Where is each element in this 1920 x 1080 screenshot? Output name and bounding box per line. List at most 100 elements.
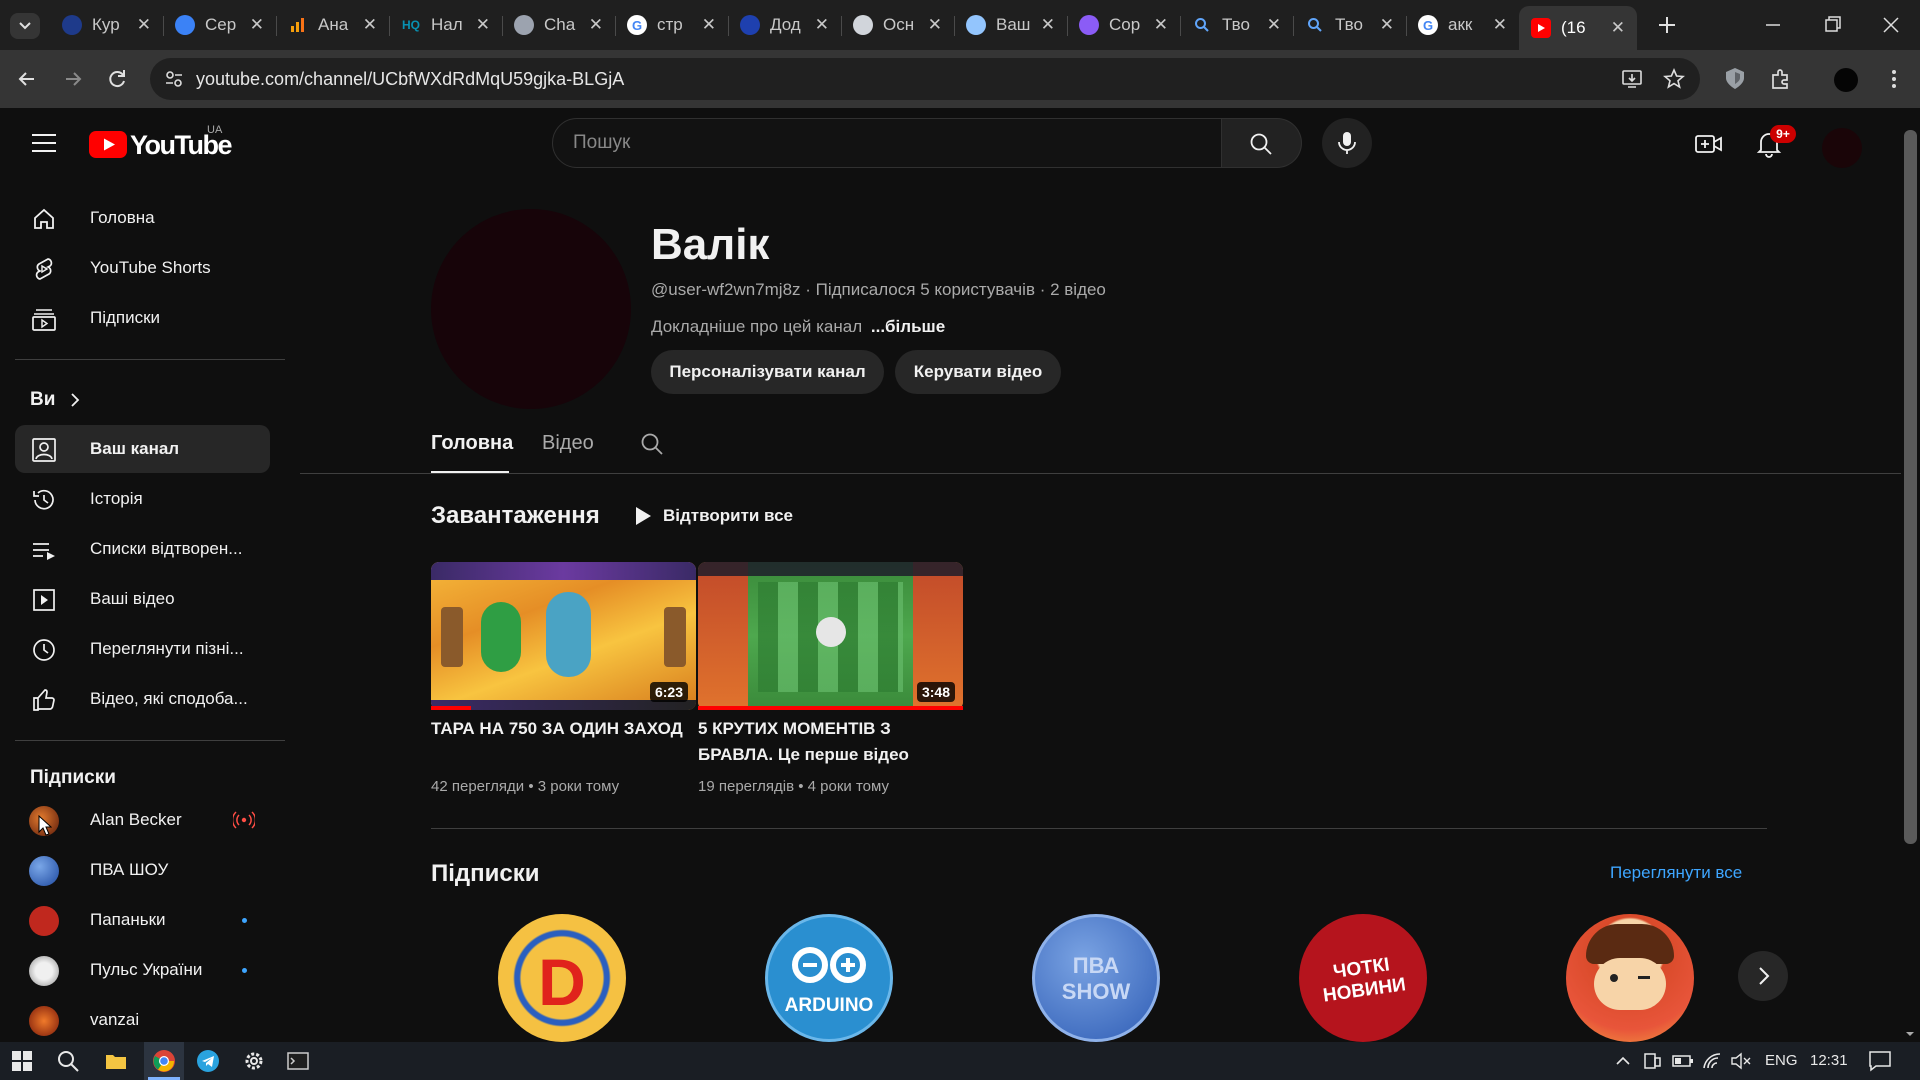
browser-tab[interactable]: Gстр ✕: [615, 8, 728, 42]
minimize-window-button[interactable]: [1760, 12, 1786, 38]
back-arrow-icon[interactable]: [14, 66, 40, 92]
tab-search-button[interactable]: [10, 13, 40, 39]
channel-search-icon[interactable]: [639, 431, 665, 457]
taskbar-chrome-active[interactable]: [144, 1042, 184, 1080]
windows-start-icon[interactable]: [10, 1049, 34, 1073]
you-section-header[interactable]: Ви: [30, 389, 55, 411]
tab-home[interactable]: Головна: [431, 432, 513, 455]
search-input[interactable]: Пошук: [552, 118, 1222, 168]
subscription-channel-avatar[interactable]: [1566, 914, 1694, 1042]
youtube-logo[interactable]: [89, 131, 127, 158]
notification-center-icon[interactable]: [1868, 1050, 1892, 1072]
channel-about-row[interactable]: Докладніше про цей канал ...більше: [651, 317, 945, 337]
guide-item-your-videos[interactable]: Ваші відео: [15, 575, 270, 623]
close-window-button[interactable]: [1878, 12, 1904, 38]
channel-avatar-large[interactable]: [431, 209, 631, 409]
terminal-icon[interactable]: [286, 1049, 310, 1073]
close-tab-icon[interactable]: ✕: [1611, 18, 1625, 38]
battery-icon[interactable]: [1672, 1053, 1694, 1069]
scrollbar-thumb[interactable]: [1904, 130, 1917, 844]
clock-time[interactable]: 12:31: [1810, 1052, 1848, 1069]
video-thumbnail[interactable]: 3:48: [698, 562, 963, 710]
address-bar[interactable]: youtube.com/channel/UCbfWXdRdMqU59gjka-B…: [150, 58, 1700, 100]
channel-about-more-link[interactable]: ...більше: [871, 317, 945, 336]
subscription-channel-avatar[interactable]: ЧОТКІ НОВИНИ: [1299, 914, 1427, 1042]
browser-tab[interactable]: (16 ✕: [1519, 6, 1637, 50]
guide-item-liked-videos[interactable]: Відео, які сподоба...: [15, 675, 270, 723]
forward-arrow-icon[interactable]: [60, 66, 86, 92]
browser-tab[interactable]: Gакк ✕: [1406, 8, 1519, 42]
guide-item-subscriptions[interactable]: Підписки: [15, 294, 270, 342]
close-tab-icon[interactable]: ✕: [1380, 15, 1394, 35]
browser-tab[interactable]: Кур ✕: [50, 8, 163, 42]
account-avatar[interactable]: [1822, 128, 1862, 168]
restore-window-button[interactable]: [1820, 12, 1846, 38]
shield-extension-icon[interactable]: [1723, 66, 1747, 92]
wifi-icon[interactable]: [1702, 1052, 1722, 1070]
browser-tab[interactable]: Ана ✕: [276, 8, 389, 42]
customize-channel-button[interactable]: Персоналізувати канал: [651, 350, 884, 394]
browser-tab[interactable]: Осн ✕: [841, 8, 954, 42]
profile-avatar[interactable]: [1834, 68, 1858, 92]
taskbar-search-icon[interactable]: [56, 1049, 80, 1073]
close-tab-icon[interactable]: ✕: [1267, 15, 1281, 35]
video-thumbnail[interactable]: 6:23: [431, 562, 696, 710]
manage-videos-button[interactable]: Керувати відео: [895, 350, 1061, 394]
browser-tab[interactable]: HQ Нал ✕: [389, 8, 502, 42]
close-tab-icon[interactable]: ✕: [363, 15, 377, 35]
guide-sub-vanzai[interactable]: vanzai: [15, 996, 270, 1042]
close-tab-icon[interactable]: ✕: [476, 15, 490, 35]
scroll-down-arrow-icon[interactable]: [1903, 1030, 1917, 1040]
chevron-right-icon[interactable]: [68, 390, 82, 410]
guide-item-shorts[interactable]: YouTube Shorts: [15, 244, 270, 292]
guide-sub-alan-becker[interactable]: Alan Becker: [15, 796, 270, 844]
hamburger-menu-icon[interactable]: [30, 131, 58, 155]
play-all-button[interactable]: Відтворити все: [633, 505, 793, 527]
new-tab-button[interactable]: [1652, 10, 1682, 40]
telegram-icon[interactable]: [196, 1049, 220, 1073]
view-all-link[interactable]: Переглянути все: [1610, 863, 1742, 883]
search-button[interactable]: [1222, 118, 1302, 168]
guide-item-home[interactable]: Головна: [15, 194, 270, 242]
browser-tab[interactable]: Тво ✕: [1180, 8, 1293, 42]
close-tab-icon[interactable]: ✕: [1493, 15, 1507, 35]
bookmark-star-icon[interactable]: [1662, 67, 1686, 91]
tab-videos[interactable]: Відео: [542, 432, 594, 455]
site-settings-icon[interactable]: [164, 69, 184, 89]
guide-item-playlists[interactable]: Списки відтворен...: [15, 525, 270, 573]
tray-device-icon[interactable]: [1642, 1052, 1662, 1070]
uploads-shelf-title[interactable]: Завантаження: [431, 502, 600, 530]
close-tab-icon[interactable]: ✕: [1041, 15, 1055, 35]
file-explorer-icon[interactable]: [104, 1049, 128, 1073]
subscription-channel-avatar[interactable]: ПВА SHOW: [1032, 914, 1160, 1042]
settings-gear-icon[interactable]: [242, 1049, 266, 1073]
extensions-puzzle-icon[interactable]: [1768, 66, 1794, 92]
close-tab-icon[interactable]: ✕: [1154, 15, 1168, 35]
voice-search-button[interactable]: [1322, 118, 1372, 168]
guide-item-your-channel[interactable]: Ваш канал: [15, 425, 270, 473]
subscription-channel-avatar[interactable]: ARDUINO: [765, 914, 893, 1042]
volume-muted-icon[interactable]: [1730, 1052, 1752, 1070]
browser-tab[interactable]: Тво ✕: [1293, 8, 1406, 42]
install-app-icon[interactable]: [1620, 67, 1644, 91]
browser-tab[interactable]: Cop ✕: [1067, 8, 1180, 42]
close-tab-icon[interactable]: ✕: [137, 15, 151, 35]
guide-sub-pva-show[interactable]: ПВА ШОУ: [15, 846, 270, 894]
browser-tab[interactable]: Сер ✕: [163, 8, 276, 42]
subscription-channel-avatar[interactable]: D: [498, 914, 626, 1042]
close-tab-icon[interactable]: ✕: [250, 15, 264, 35]
page-scrollbar[interactable]: [1901, 108, 1920, 1042]
browser-tab[interactable]: Cha ✕: [502, 8, 615, 42]
guide-item-watch-later[interactable]: Переглянути пізні...: [15, 625, 270, 673]
browser-tab[interactable]: Ваш ✕: [954, 8, 1067, 42]
video-title[interactable]: 5 КРУТИХ МОМЕНТІВ З БРАВЛА. Це перше від…: [698, 716, 963, 768]
guide-sub-puls-ukrainy[interactable]: Пульс України: [15, 946, 270, 994]
tray-expand-chevron-icon[interactable]: [1614, 1053, 1632, 1069]
close-tab-icon[interactable]: ✕: [815, 15, 829, 35]
browser-menu-icon[interactable]: [1884, 66, 1904, 92]
guide-sub-papanky[interactable]: Папаньки: [15, 896, 270, 944]
close-tab-icon[interactable]: ✕: [928, 15, 942, 35]
url-text[interactable]: youtube.com/channel/UCbfWXdRdMqU59gjka-B…: [196, 69, 624, 90]
input-language[interactable]: ENG: [1765, 1052, 1798, 1069]
create-video-icon[interactable]: [1694, 132, 1724, 156]
